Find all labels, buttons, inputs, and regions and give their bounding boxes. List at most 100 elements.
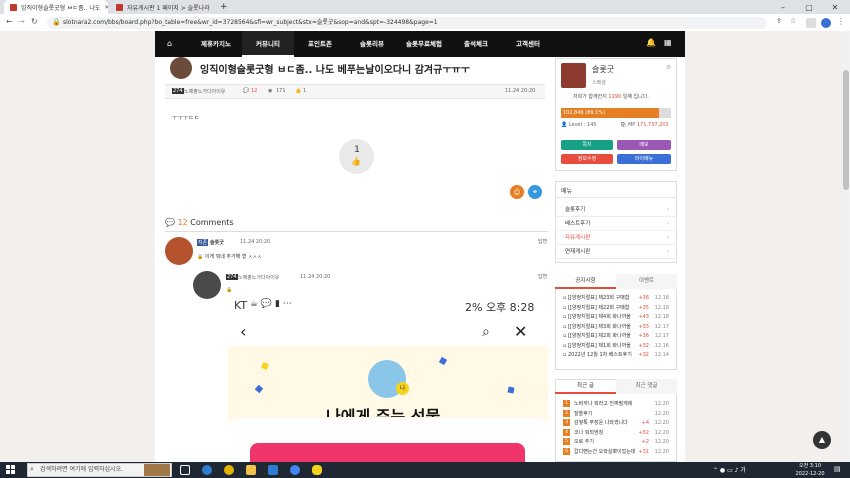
notice-comments: +32: [638, 352, 649, 358]
commenter-avatar[interactable]: [165, 237, 193, 265]
chrome-profile-icon[interactable]: [290, 465, 300, 475]
url-input[interactable]: slotnara2.com/bbs/board.php?bo_table=fre…: [47, 17, 767, 29]
recent-item[interactable]: 1 노바까나 뭐라고 진짜필게에 12.20: [557, 400, 675, 410]
menu-item-best-review[interactable]: 베스트후기 ›: [555, 217, 677, 231]
file-explorer-icon[interactable]: [246, 465, 256, 475]
notice-item[interactable]: ▫ [[양정지럴표] 제22회 구매함 +35 12.18: [557, 304, 675, 314]
share-link-icon[interactable]: ⚭: [528, 185, 542, 199]
recent-item[interactable]: 3 감쌓톡 푸장운 나와썼니다 +4 12.20: [557, 419, 675, 429]
minimize-icon[interactable]: –: [770, 0, 796, 14]
grid-menu-icon[interactable]: ▦: [664, 38, 672, 47]
notice-date: 12.17: [654, 323, 669, 330]
reply-button[interactable]: 답변: [538, 273, 547, 280]
commenter-name[interactable]: 슬롯굿: [210, 239, 224, 246]
maximize-icon[interactable]: ▢: [796, 0, 822, 14]
notice-date: 12.18: [654, 314, 669, 320]
clock[interactable]: 오전 3:10 2022-12-20: [792, 462, 828, 478]
recent-item[interactable]: 5 오로 추기 +2 12.20: [557, 438, 675, 448]
tab-event[interactable]: 이벤트: [616, 274, 677, 289]
scrollbar-thumb[interactable]: [843, 70, 849, 190]
windows-start-icon[interactable]: [6, 465, 16, 475]
edge-icon[interactable]: [202, 465, 212, 475]
tab-recent-posts[interactable]: 최근 글: [555, 379, 616, 394]
menu-item-free-board[interactable]: 자유게시판 ›: [555, 231, 677, 245]
phone-search-icon: ⌕: [482, 324, 490, 340]
recent-item[interactable]: 6 캅디뻔는건 오락실뽀이었는데 +31 12.20: [557, 447, 675, 458]
task-view-icon[interactable]: [180, 465, 190, 475]
notice-comments: +36: [638, 295, 649, 301]
tab-notice[interactable]: 공지사항: [555, 274, 616, 289]
notice-item[interactable]: ▫ [[양정지럴표] 제3회 화나까올 +33 12.17: [557, 323, 675, 333]
recent-comments: +4: [641, 420, 649, 426]
commenter-avatar[interactable]: [193, 271, 221, 299]
forward-icon[interactable]: →: [18, 17, 25, 26]
star-icon[interactable]: ☆: [790, 17, 796, 25]
tab-current[interactable]: 잉직이형슬롯굿형 ㅂㄷ좀.. 나도 ✕: [4, 0, 108, 14]
recent-item[interactable]: 2 잘쓸후기 12.20: [557, 409, 675, 420]
notice-title: [[양정지럴표] 제2회 화나까올: [567, 333, 631, 339]
notice-item[interactable]: ▫ [[양정지럴표] 제1회 화나까올 +32 12.16: [557, 342, 675, 352]
author-avatar[interactable]: [170, 57, 192, 79]
extension-icon[interactable]: [806, 18, 816, 28]
new-tab-button[interactable]: +: [220, 2, 228, 12]
menu-item-slot-review[interactable]: 슬롯후기 ›: [555, 203, 677, 217]
recent-title: 캅디뻔는건 오락실뽀이었는데: [574, 448, 636, 455]
notification-icon[interactable]: ▤: [834, 465, 841, 473]
tab-recent-comments[interactable]: 최근 댓글: [616, 379, 677, 394]
recent-comments: +31: [638, 448, 649, 455]
settings-gear-icon[interactable]: ⚙: [666, 64, 671, 71]
notice-item[interactable]: ▫ [[양정지럴표] 제2회 화나까올 +36 12.17: [557, 332, 675, 342]
recent-date: 12.20: [654, 448, 669, 455]
print-icon[interactable]: ⎙: [510, 185, 524, 199]
nav-point-zone[interactable]: 포인트존: [294, 31, 346, 57]
home-icon[interactable]: ⌂: [167, 39, 172, 48]
chrome-icon[interactable]: [224, 465, 234, 475]
nav-partner-casino[interactable]: 제휴카지노: [190, 31, 242, 57]
menu-item-series-board[interactable]: 연재게시판 ›: [555, 245, 677, 259]
profile-avatar[interactable]: [821, 18, 831, 28]
author-name[interactable]: 노예출노가다아이유: [184, 88, 225, 95]
nav-attendance[interactable]: 출석체크: [450, 31, 502, 57]
store-icon[interactable]: [268, 465, 278, 475]
scroll-top-button[interactable]: ▲: [813, 431, 831, 449]
close-icon[interactable]: ✕: [104, 4, 108, 11]
notice-comments: +36: [638, 333, 649, 339]
back-icon[interactable]: ←: [6, 17, 13, 26]
nav-free-slot[interactable]: 슬롯무료체험: [398, 31, 450, 57]
phone-battery-time: 2% 오후 8:28: [465, 301, 535, 314]
nav-support[interactable]: 고객센터: [502, 31, 554, 57]
notice-item[interactable]: ▫ 2022년 12월 1차 베스트후기 +32 12.14: [557, 351, 675, 361]
recent-item[interactable]: 4 코나 뭐되엔징 +52 12.20: [557, 428, 675, 439]
membership-suffix: 일째 입니다.: [622, 94, 649, 100]
reply-button[interactable]: 답변: [538, 238, 547, 245]
commenter-name[interactable]: 노예출노가다아이유: [238, 274, 279, 281]
user-avatar[interactable]: [561, 63, 586, 88]
mp-text: 🛍 MP 171,737,201: [620, 122, 669, 128]
tray-icons[interactable]: ⌃ ● ▭ ♪ 가: [713, 465, 746, 474]
search-highlight-image[interactable]: [144, 464, 170, 476]
notice-comments: +33: [638, 323, 649, 330]
reload-icon[interactable]: ↻: [31, 17, 38, 26]
menu-list: 슬롯후기 › 베스트후기 › 자유게시판 › 연재게시판 ›: [555, 203, 677, 259]
edit-profile-button[interactable]: 정보수정: [561, 154, 613, 164]
menu-icon[interactable]: ⋮: [837, 17, 845, 26]
kakaotalk-icon[interactable]: [312, 465, 322, 475]
share-icon[interactable]: ⇪: [776, 17, 782, 25]
recent-comments: +2: [641, 439, 649, 445]
window-close-icon[interactable]: ✕: [822, 0, 848, 14]
url-text: slotnara2.com/bbs/board.php?bo_table=fre…: [63, 19, 438, 26]
nav-slot-review[interactable]: 슬롯리뷰: [346, 31, 398, 57]
tab-board[interactable]: 자유게시판 1 페이지 > 슬롯나라 ✕: [110, 0, 214, 14]
notice-item[interactable]: ▫ [[양정지럴표] 제4회 화나까올 +43 12.18: [557, 313, 675, 323]
message-button[interactable]: 쪽지: [561, 140, 613, 150]
rank-number: 2: [563, 409, 570, 417]
nav-community[interactable]: 커뮤니티: [242, 31, 294, 57]
rank-number: 6: [563, 447, 570, 455]
bell-icon[interactable]: 🔔: [646, 38, 656, 47]
divider: [165, 231, 548, 232]
my-menu-button[interactable]: 마이메뉴: [617, 154, 671, 164]
page-margin-left: [0, 31, 155, 462]
memo-button[interactable]: 메모: [617, 140, 671, 150]
notice-item[interactable]: ▫ [[양정지럴표] 제23회 구매함 +36 12.18: [557, 294, 675, 304]
lock-icon[interactable]: 🔒: [52, 18, 61, 26]
